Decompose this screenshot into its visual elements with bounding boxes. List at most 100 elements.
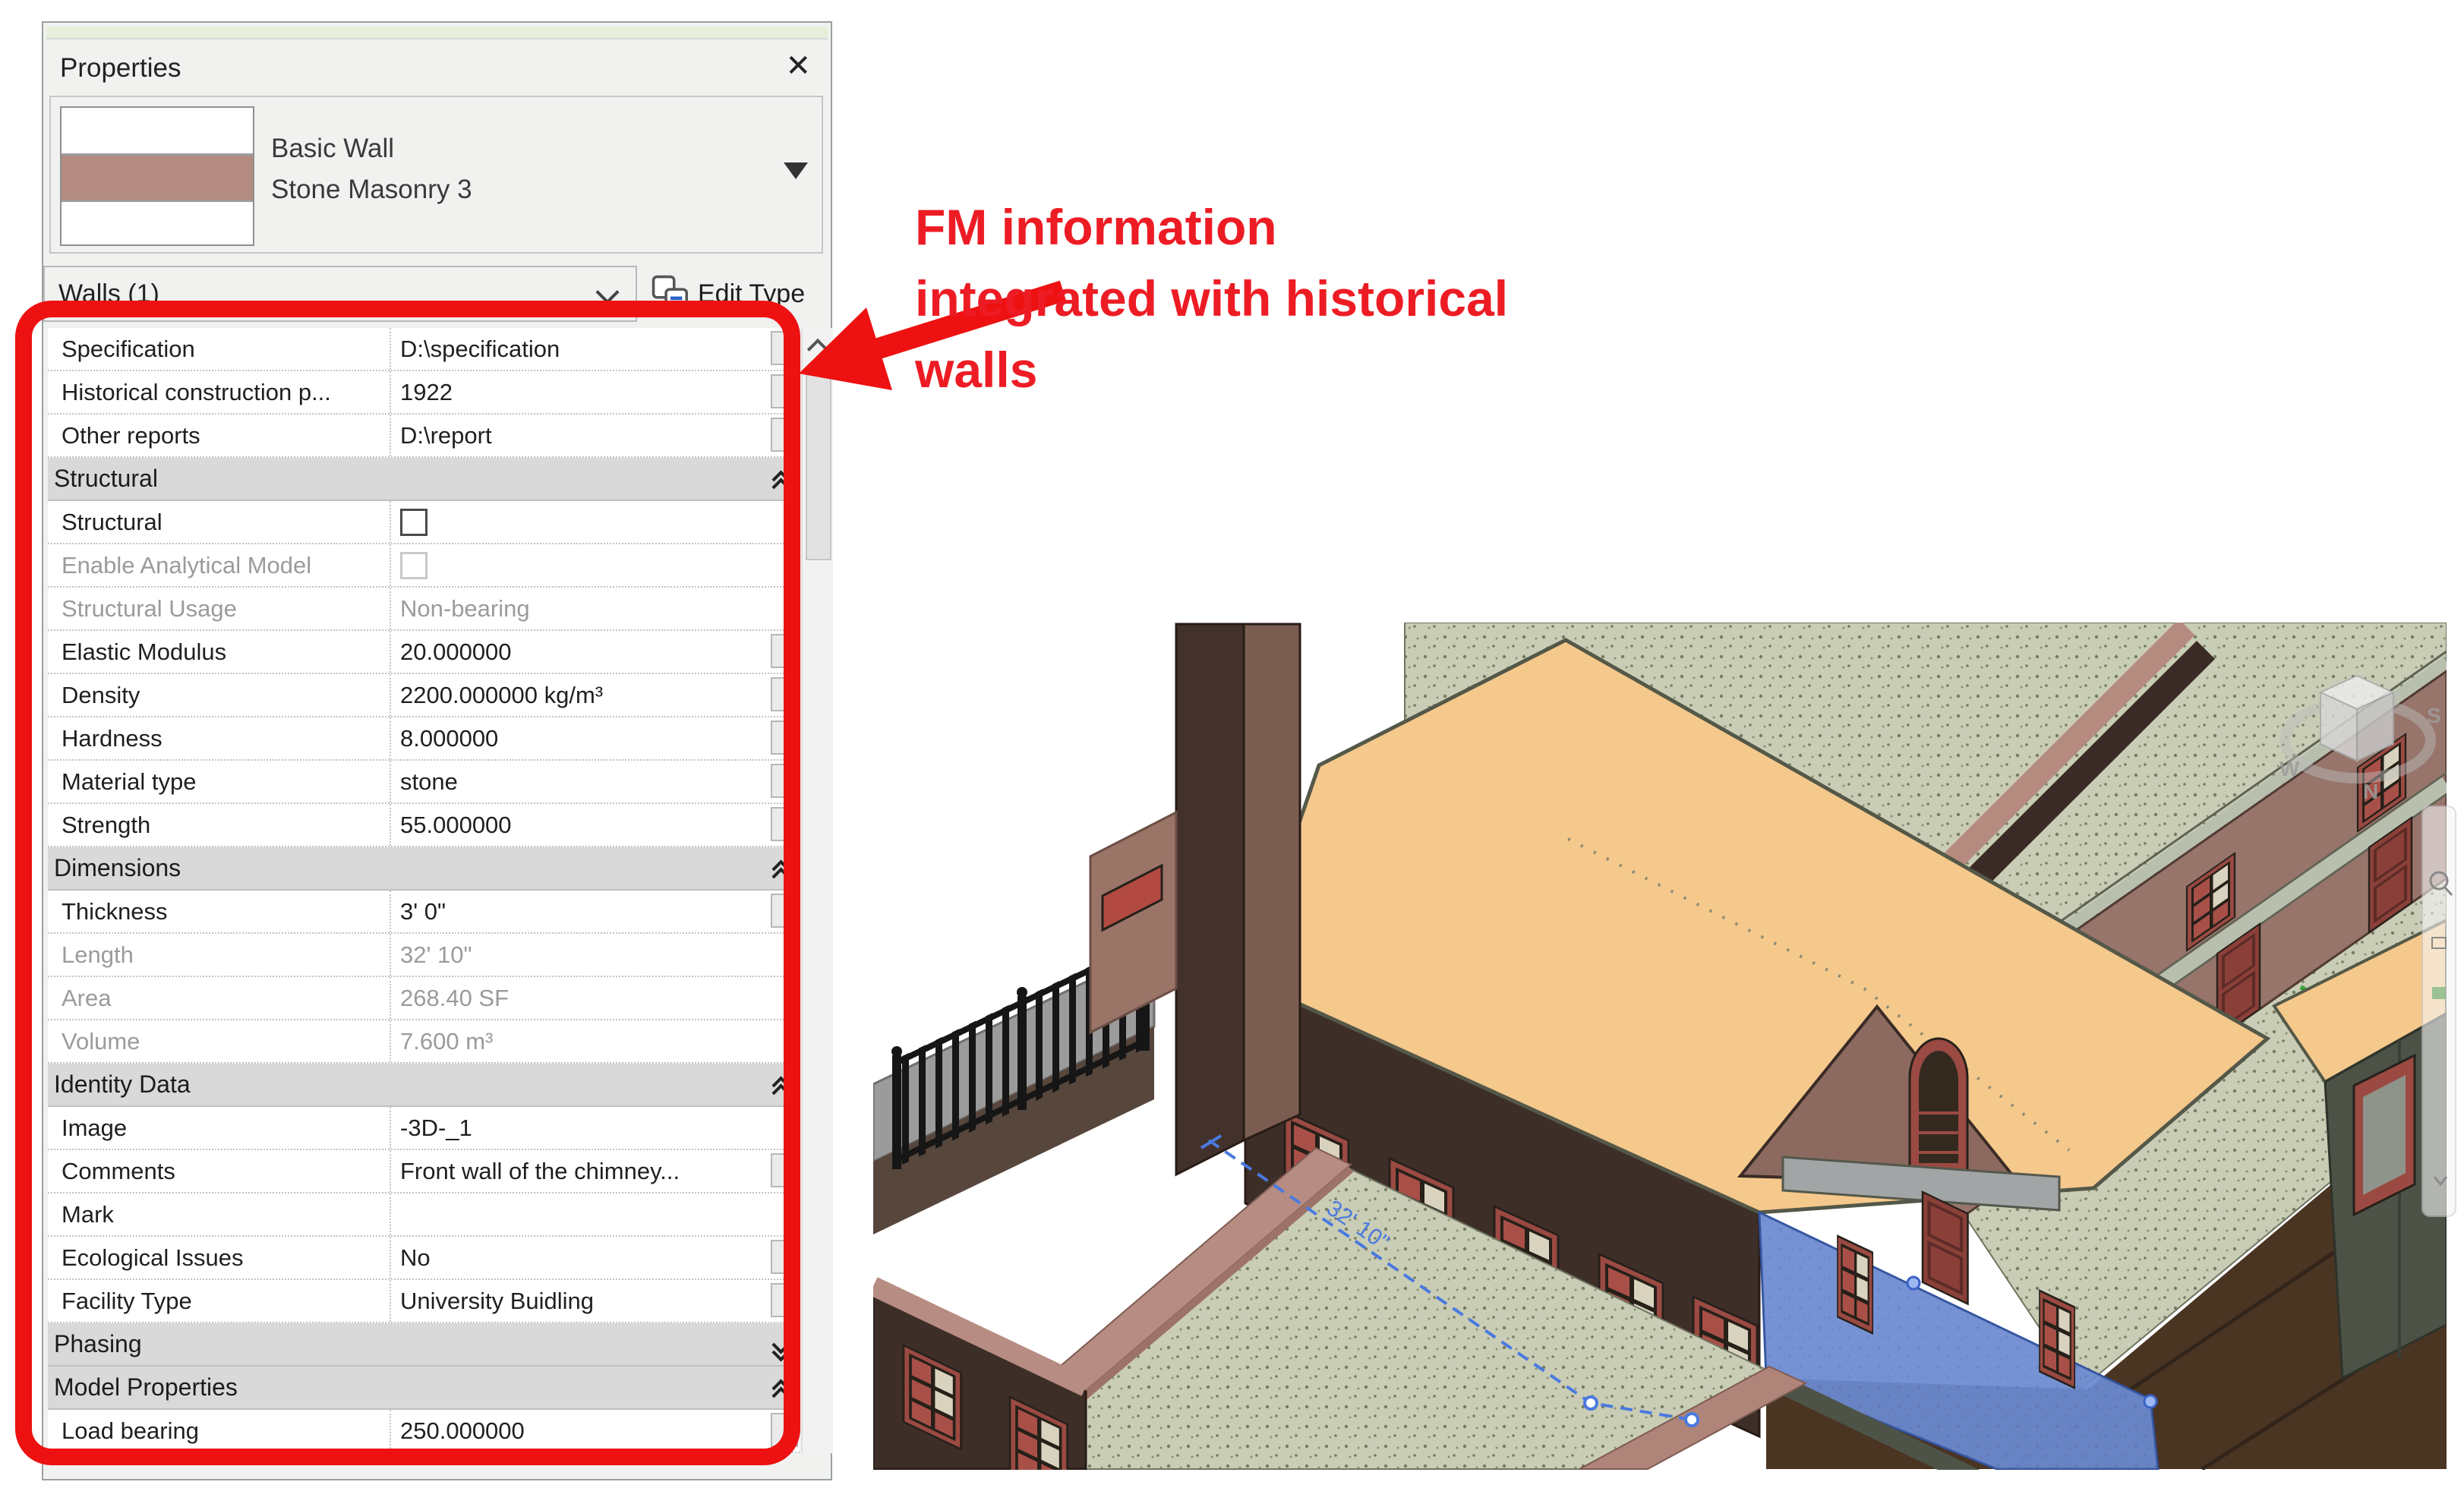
property-label: Hardness xyxy=(48,717,391,759)
property-row: Area268.40 SF xyxy=(48,977,800,1020)
model-viewport[interactable]: 32' 10" S N W xyxy=(873,623,2464,1470)
compass-letter-w[interactable]: W xyxy=(2279,757,2300,780)
properties-table: SpecificationD:\specificationHistorical … xyxy=(48,328,800,1453)
value-text: stone xyxy=(400,768,458,796)
section-header-row: Phasing xyxy=(48,1323,800,1367)
property-row: Strength55.000000 xyxy=(48,804,800,847)
property-value[interactable]: stone xyxy=(391,761,800,802)
property-value[interactable]: -3D-_1 xyxy=(391,1107,800,1149)
section-header-row: Dimensions xyxy=(48,847,800,891)
browse-button[interactable] xyxy=(771,764,798,798)
value-text: 8.000000 xyxy=(400,725,498,752)
section-expand-icon[interactable] xyxy=(775,1335,787,1354)
property-label: Facility Type xyxy=(48,1280,391,1322)
property-label: Thickness xyxy=(48,891,391,932)
property-label: Comments xyxy=(48,1150,391,1192)
value-text: Front wall of the chimney... xyxy=(400,1158,680,1185)
browse-button[interactable] xyxy=(771,1153,798,1187)
property-row: Historical construction p...1922 xyxy=(48,371,800,415)
section-collapse-icon[interactable] xyxy=(775,1076,787,1094)
steering-wheel-icon[interactable] xyxy=(2432,987,2446,999)
property-value[interactable]: 1922 xyxy=(391,371,800,413)
value-text: 20.000000 xyxy=(400,638,512,666)
browse-button[interactable] xyxy=(771,1240,798,1274)
browse-button[interactable] xyxy=(771,634,798,668)
property-value[interactable]: 268.40 SF xyxy=(391,977,800,1019)
property-value[interactable]: 3' 0" xyxy=(391,891,800,932)
property-value[interactable]: 7.600 m³ xyxy=(391,1020,800,1062)
property-row: SpecificationD:\specification xyxy=(48,328,800,371)
browse-button[interactable] xyxy=(771,807,798,841)
section-collapse-icon[interactable] xyxy=(775,1379,787,1397)
type-selector[interactable]: Basic Wall Stone Masonry 3 xyxy=(49,96,823,254)
type-dropdown-icon[interactable] xyxy=(784,162,808,179)
property-row: Structural xyxy=(48,501,800,544)
category-label: Walls (1) xyxy=(58,279,159,309)
property-row: Volume7.600 m³ xyxy=(48,1020,800,1064)
category-combo[interactable]: Walls (1) xyxy=(43,266,637,322)
close-icon[interactable]: ✕ xyxy=(785,49,811,84)
browse-button[interactable] xyxy=(771,677,798,711)
property-row: Other reports D:\report xyxy=(48,415,800,458)
value-text: 250.000000 xyxy=(400,1417,525,1445)
wall-type-thumbnail xyxy=(60,106,254,246)
property-row: Mark xyxy=(48,1193,800,1237)
type-name: Stone Masonry 3 xyxy=(271,175,472,205)
property-value[interactable]: No xyxy=(391,1237,800,1278)
annotation-line: integrated with historical xyxy=(915,263,1508,334)
browse-button[interactable] xyxy=(771,894,798,928)
property-value[interactable]: 55.000000 xyxy=(391,804,800,846)
property-value[interactable]: University Buidling xyxy=(391,1280,800,1322)
selection-grip[interactable] xyxy=(2144,1395,2156,1408)
family-name: Basic Wall xyxy=(271,134,394,164)
property-value[interactable]: D:\specification xyxy=(391,328,800,370)
navigation-bar[interactable] xyxy=(2422,806,2456,1216)
section-collapse-icon[interactable] xyxy=(775,470,787,488)
property-value[interactable] xyxy=(391,1193,800,1235)
dimension-grip[interactable] xyxy=(1686,1414,1698,1426)
property-label: Historical construction p... xyxy=(48,371,391,413)
properties-panel: Properties ✕ Basic Wall Stone Masonry 3 … xyxy=(42,21,832,1480)
section-collapse-icon[interactable] xyxy=(775,859,787,878)
property-value[interactable]: Front wall of the chimney... xyxy=(391,1150,800,1192)
section-header-row: Structural xyxy=(48,458,800,501)
browse-button[interactable] xyxy=(771,1283,798,1317)
annotation-text: FM information integrated with historica… xyxy=(915,191,1508,405)
property-value[interactable]: Non-bearing xyxy=(391,588,800,629)
property-row: Density2200.000000 kg/m³ xyxy=(48,674,800,717)
section-label: Identity Data xyxy=(54,1070,191,1099)
selection-grip[interactable] xyxy=(1907,1277,1920,1289)
property-row: Structural UsageNon-bearing xyxy=(48,588,800,631)
dimension-grip[interactable] xyxy=(1585,1397,1597,1409)
property-label: Volume xyxy=(48,1020,391,1062)
property-value[interactable]: 8.000000 xyxy=(391,717,800,759)
property-value[interactable]: 2200.000000 kg/m³ xyxy=(391,674,800,716)
property-label: Image xyxy=(48,1107,391,1149)
value-text: -3D-_1 xyxy=(400,1115,472,1142)
property-value[interactable] xyxy=(391,501,800,543)
section-label: Structural xyxy=(54,465,158,493)
value-text: 3' 0" xyxy=(400,898,446,925)
property-label: Material type xyxy=(48,761,391,802)
checkbox[interactable] xyxy=(400,509,427,536)
property-value[interactable] xyxy=(391,544,800,586)
browse-button[interactable] xyxy=(771,1413,798,1447)
property-row: Length32' 10" xyxy=(48,934,800,977)
property-value[interactable]: 250.000000 xyxy=(391,1410,800,1452)
property-label: Other reports xyxy=(48,415,391,456)
compass-letter-n[interactable]: N xyxy=(2363,780,2378,803)
browse-button[interactable] xyxy=(771,418,798,452)
scrollbar[interactable] xyxy=(801,328,833,1453)
value-text: D:\report xyxy=(400,422,492,449)
browse-button[interactable] xyxy=(771,720,798,755)
window xyxy=(2040,1291,2074,1388)
property-value[interactable]: 20.000000 xyxy=(391,631,800,673)
compass-letter-s[interactable]: S xyxy=(2427,704,2441,727)
property-row: Ecological Issues No xyxy=(48,1237,800,1280)
property-value[interactable]: D:\report xyxy=(391,415,800,456)
property-label: Ecological Issues xyxy=(48,1237,391,1278)
property-value[interactable]: 32' 10" xyxy=(391,934,800,976)
value-text: No xyxy=(400,1244,431,1272)
property-row: Thickness 3' 0" xyxy=(48,891,800,934)
annotation-line: FM information xyxy=(915,191,1508,263)
